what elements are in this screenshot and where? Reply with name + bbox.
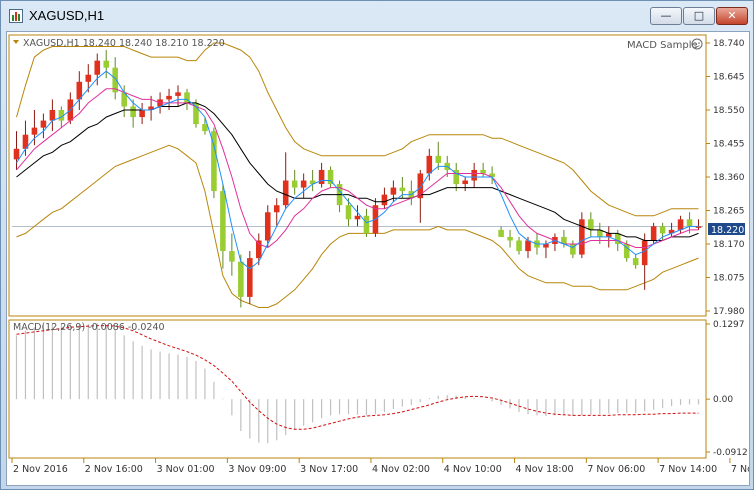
candle-body bbox=[507, 236, 513, 241]
candle-body bbox=[426, 155, 433, 174]
y-tick-label: 18.265 bbox=[713, 207, 745, 217]
candle-body bbox=[238, 261, 244, 297]
candle-body bbox=[641, 240, 648, 266]
candle-body bbox=[175, 92, 181, 96]
candle-body bbox=[381, 194, 388, 206]
candle-body bbox=[220, 191, 226, 252]
price-chart-svg[interactable]: 18.740 18.645 18.550 18.455 18.360 18.265 18.1… bbox=[7, 32, 754, 485]
candle-body bbox=[85, 74, 92, 82]
candle-body bbox=[40, 120, 47, 128]
x-tick-label: 3 Nov 01:00 bbox=[157, 464, 215, 475]
candle-body bbox=[498, 229, 504, 237]
x-tick-label: 7 Nov 06:00 bbox=[587, 464, 645, 475]
candle-body bbox=[264, 212, 271, 241]
maximize-button[interactable]: □ bbox=[683, 7, 715, 25]
candle-body bbox=[94, 60, 101, 75]
candle-body bbox=[435, 155, 442, 163]
candle-body bbox=[49, 110, 56, 121]
candle-body bbox=[273, 205, 280, 213]
candle-body bbox=[318, 169, 325, 185]
candle-body bbox=[363, 215, 370, 234]
x-tick-label: 3 Nov 17:00 bbox=[300, 464, 358, 475]
candle-body bbox=[166, 95, 172, 100]
x-tick-label: 4 Nov 18:00 bbox=[516, 464, 574, 475]
candle-body bbox=[399, 187, 406, 192]
candle-body bbox=[300, 180, 307, 188]
title-bar[interactable]: XAGUSD,H1 — □ ✕ bbox=[1, 1, 753, 31]
candle-body bbox=[579, 219, 585, 255]
candle-body bbox=[516, 240, 522, 252]
x-tick-label: 2 Nov 2016 bbox=[13, 464, 68, 475]
y-tick-label: 18.740 bbox=[713, 39, 745, 49]
candle-body bbox=[462, 180, 468, 185]
y-tick-label: 18.550 bbox=[713, 106, 745, 116]
candle-body bbox=[31, 127, 38, 135]
minimize-button[interactable]: — bbox=[650, 7, 682, 25]
candle-body bbox=[659, 226, 666, 234]
candle-body bbox=[471, 169, 477, 181]
candle-body bbox=[139, 110, 145, 118]
chart-icon bbox=[9, 9, 23, 23]
candle-body bbox=[247, 258, 253, 297]
x-tick-label: 7 Nov 22:00 bbox=[731, 464, 749, 475]
candle-body bbox=[686, 219, 693, 227]
candle-body bbox=[390, 187, 397, 195]
candle-body bbox=[103, 60, 110, 68]
current-price-label: 18.220 bbox=[711, 225, 744, 236]
candle-body bbox=[525, 240, 531, 252]
price-panel-header: XAGUSD,H1 18.240 18.240 18.210 18.220 bbox=[23, 38, 225, 49]
chart-area[interactable]: 18.740 18.645 18.550 18.455 18.360 18.265 18.1… bbox=[6, 31, 754, 486]
candle-body bbox=[202, 124, 208, 132]
x-tick-label: 2 Nov 16:00 bbox=[85, 464, 143, 475]
candle-body bbox=[677, 219, 684, 230]
close-button[interactable]: ✕ bbox=[716, 7, 748, 25]
terminal-chart-window: XAGUSD,H1 — □ ✕ 18.740 18.645 18.550 18.455… bbox=[0, 0, 754, 490]
candle-body bbox=[588, 219, 594, 230]
y-tick-label: 18.075 bbox=[713, 274, 745, 284]
candle-body bbox=[543, 244, 549, 248]
candle-body bbox=[354, 215, 361, 220]
window-title: XAGUSD,H1 bbox=[29, 8, 105, 23]
candle-body bbox=[650, 226, 657, 241]
x-tick-label: 3 Nov 09:00 bbox=[228, 464, 286, 475]
macd-panel-header: MACD(12,26,9) -0.0086 -0.0240 bbox=[13, 322, 165, 333]
x-tick-label: 7 Nov 14:00 bbox=[659, 464, 717, 475]
indicator-label: MACD Sample bbox=[627, 40, 698, 51]
macd-tick-label: -0.0912 bbox=[713, 448, 748, 458]
candle-body bbox=[13, 148, 20, 160]
macd-tick-label: 0.1297 bbox=[713, 320, 745, 330]
macd-tick-label: 0.00 bbox=[713, 395, 733, 405]
x-tick-label: 4 Nov 10:00 bbox=[444, 464, 502, 475]
candle-body bbox=[282, 180, 289, 206]
candle-body bbox=[130, 106, 136, 118]
y-tick-label: 18.645 bbox=[713, 73, 745, 83]
candle-body bbox=[345, 205, 352, 220]
y-tick-label: 18.360 bbox=[713, 173, 745, 183]
macd-panel bbox=[8, 319, 707, 459]
candle-body bbox=[291, 180, 298, 188]
x-tick-label: 4 Nov 02:00 bbox=[372, 464, 430, 475]
candle-body bbox=[327, 169, 334, 185]
y-tick-label: 17.980 bbox=[713, 307, 745, 317]
candle-body bbox=[632, 258, 639, 266]
candle-body bbox=[256, 240, 262, 259]
candle-body bbox=[480, 169, 486, 174]
y-tick-label: 18.455 bbox=[713, 140, 745, 150]
y-tick-label: 18.170 bbox=[713, 240, 745, 250]
candle-body bbox=[229, 251, 235, 262]
